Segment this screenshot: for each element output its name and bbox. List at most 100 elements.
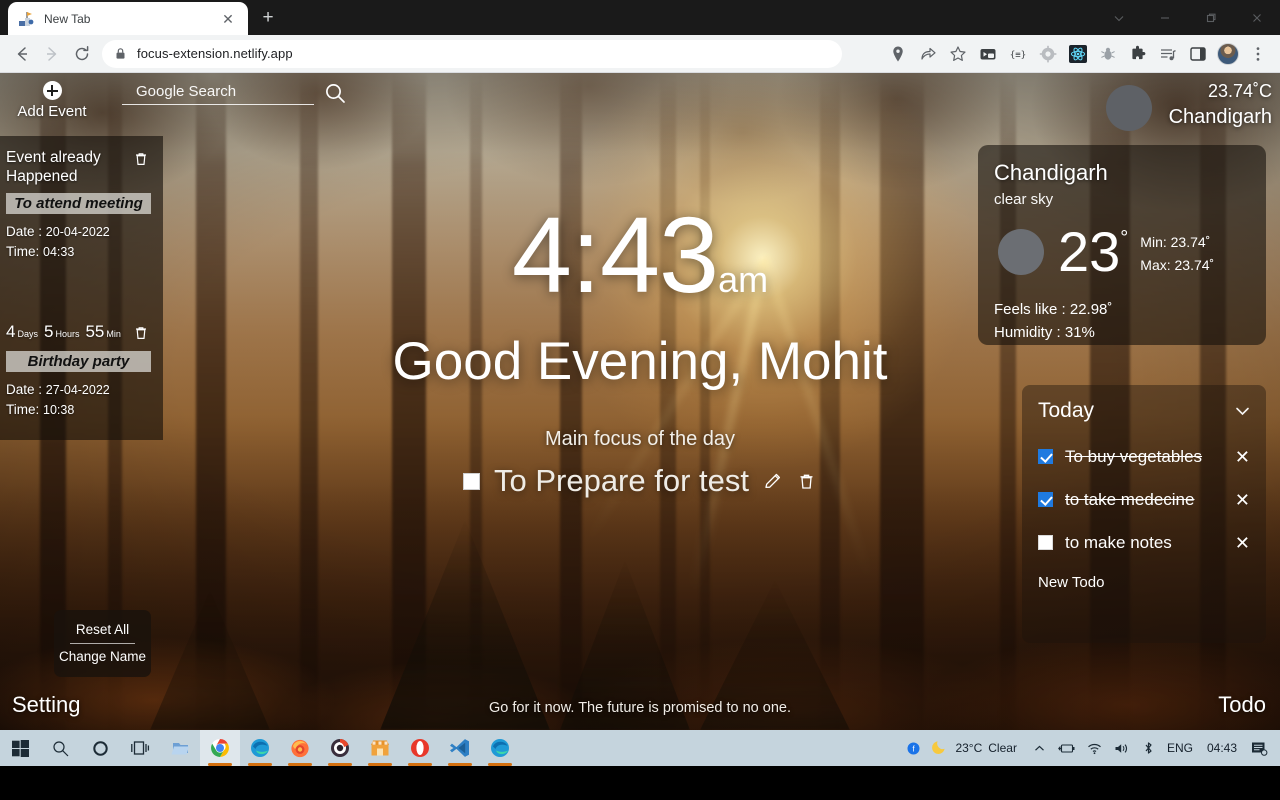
change-name-button[interactable]: Change Name xyxy=(54,644,151,670)
close-icon[interactable]: ✕ xyxy=(1235,490,1250,510)
weather-card-max: Max: 23.74˚ xyxy=(1140,257,1215,273)
notification-icon[interactable] xyxy=(1245,730,1274,766)
playlist-icon[interactable] xyxy=(1154,40,1182,68)
todo-header[interactable]: Today xyxy=(1038,399,1250,423)
forward-button[interactable] xyxy=(37,39,67,69)
tab-strip: New Tab ✕ + xyxy=(0,0,1280,35)
browser-window: New Tab ✕ + focus-extension.netlify.app … xyxy=(0,0,1280,730)
page-content: Add Event Event already Happened To atte… xyxy=(0,73,1280,730)
close-button[interactable] xyxy=(1234,0,1280,35)
close-icon[interactable]: ✕ xyxy=(1235,533,1250,553)
avatar[interactable] xyxy=(1214,40,1242,68)
show-hidden-icons-chevron[interactable] xyxy=(1027,730,1052,766)
location-pin-icon[interactable] xyxy=(884,40,912,68)
new-tab-button[interactable]: + xyxy=(254,4,282,32)
share-icon[interactable] xyxy=(914,40,942,68)
gear-extension-icon[interactable] xyxy=(1034,40,1062,68)
microsoft-store-icon[interactable] xyxy=(360,730,400,766)
todo-checkbox[interactable] xyxy=(1038,492,1053,507)
trash-icon[interactable] xyxy=(133,151,149,167)
address-bar[interactable]: focus-extension.netlify.app xyxy=(102,39,842,68)
lock-icon xyxy=(114,47,127,60)
focus-extension-icon xyxy=(18,10,35,27)
close-icon[interactable]: ✕ xyxy=(1235,447,1250,467)
svg-text:{≡}: {≡} xyxy=(1010,50,1026,60)
todo-item-text: To buy vegetables xyxy=(1065,447,1203,466)
maximize-button[interactable] xyxy=(1188,0,1234,35)
battery-icon[interactable] xyxy=(1052,730,1081,766)
tab-title: New Tab xyxy=(44,11,91,26)
weather-summary-city: Chandigarh xyxy=(1168,106,1272,128)
clock-ampm: am xyxy=(718,259,769,300)
windows-start-icon[interactable] xyxy=(0,730,40,766)
quote-text: Go for it now. The future is promised to… xyxy=(489,700,791,716)
search-box xyxy=(122,81,352,105)
list-item: To buy vegetables ✕ xyxy=(1038,445,1250,468)
url-text: focus-extension.netlify.app xyxy=(137,46,293,61)
search-icon[interactable] xyxy=(324,82,346,104)
task-view-icon[interactable] xyxy=(120,730,160,766)
extensions-puzzle-icon[interactable] xyxy=(1124,40,1152,68)
video-picture-in-picture-icon[interactable] xyxy=(974,40,1002,68)
weather-card-degree: ° xyxy=(1120,227,1129,249)
language-indicator[interactable]: ENG xyxy=(1161,730,1199,766)
add-event-button[interactable]: Add Event xyxy=(12,81,92,120)
todo-checkbox[interactable] xyxy=(1038,535,1053,550)
volume-icon[interactable] xyxy=(1108,730,1136,766)
react-devtools-icon[interactable] xyxy=(1064,40,1092,68)
minimize-button[interactable] xyxy=(1142,0,1188,35)
weather-card-humidity: Humidity : 31% xyxy=(994,324,1095,341)
search-icon[interactable] xyxy=(40,730,80,766)
chrome-menu-icon[interactable] xyxy=(1244,40,1272,68)
edge-icon[interactable] xyxy=(240,730,280,766)
moon-icon xyxy=(932,738,949,758)
todo-checkbox[interactable] xyxy=(1038,449,1053,464)
todo-card: Today To buy vegetables ✕ to take medeci… xyxy=(1022,385,1266,643)
taskbar-weather-desc: Clear xyxy=(988,741,1017,755)
opera-icon[interactable] xyxy=(400,730,440,766)
todo-item-text: to make notes xyxy=(1065,533,1172,552)
browser-tab[interactable]: New Tab ✕ xyxy=(8,2,248,35)
weather-placeholder-circle xyxy=(1106,85,1152,131)
bluetooth-icon[interactable] xyxy=(1136,730,1161,766)
tab-search-chevron-icon[interactable] xyxy=(1096,0,1142,35)
tab-close-icon[interactable]: ✕ xyxy=(218,9,238,29)
pencil-icon[interactable] xyxy=(763,470,783,492)
firefox-icon[interactable] xyxy=(280,730,320,766)
back-button[interactable] xyxy=(7,39,37,69)
vscode-icon[interactable] xyxy=(440,730,480,766)
weather-summary-temp: 23.74˚C xyxy=(1207,81,1272,101)
side-panel-icon[interactable] xyxy=(1184,40,1212,68)
taskbar-tray: f 23°C Clear ENG 04:43 xyxy=(901,730,1280,766)
weather-card-temp-value: 23 xyxy=(1058,220,1121,283)
file-explorer-icon[interactable] xyxy=(160,730,200,766)
chrome-icon[interactable] xyxy=(200,730,240,766)
chevron-down-icon[interactable] xyxy=(1235,404,1250,419)
json-formatter-icon[interactable]: {≡} xyxy=(1004,40,1032,68)
weather-card-min: Min: 23.74˚ xyxy=(1140,234,1211,250)
weather-card-details: Feels like : 22.98˚ Humidity : 31% xyxy=(994,298,1250,344)
weather-card-minmax: Min: 23.74˚ Max: 23.74˚ xyxy=(1140,231,1214,277)
edge-dev-icon[interactable] xyxy=(480,730,520,766)
new-todo-input[interactable]: New Todo xyxy=(1038,574,1250,591)
meet-icon[interactable]: f xyxy=(901,730,926,766)
reset-all-button[interactable]: Reset All xyxy=(54,617,151,643)
cortana-icon[interactable] xyxy=(80,730,120,766)
weather-card: Chandigarh clear sky 23 ° Min: 23.74˚ Ma… xyxy=(978,145,1266,345)
windows-taskbar: f 23°C Clear ENG 04:43 xyxy=(0,730,1280,766)
bookmark-star-icon[interactable] xyxy=(944,40,972,68)
clock-time: 4:43 xyxy=(511,194,719,315)
focus-task-text: To Prepare for test xyxy=(493,463,749,498)
taskbar-clock[interactable]: 04:43 xyxy=(1199,730,1245,766)
trash-icon[interactable] xyxy=(797,470,817,492)
reload-button[interactable] xyxy=(67,39,97,69)
opera-gx-icon[interactable] xyxy=(320,730,360,766)
weather-summary: 23.74˚C Chandigarh xyxy=(1169,79,1272,131)
focus-task-checkbox[interactable] xyxy=(462,472,480,490)
event-status: Event already Happened xyxy=(6,149,101,185)
taskbar-weather[interactable]: 23°C Clear xyxy=(926,730,1027,766)
debug-bug-icon[interactable] xyxy=(1094,40,1122,68)
taskbar-apps xyxy=(0,730,520,766)
search-input[interactable] xyxy=(122,81,314,105)
wifi-icon[interactable] xyxy=(1081,730,1108,766)
